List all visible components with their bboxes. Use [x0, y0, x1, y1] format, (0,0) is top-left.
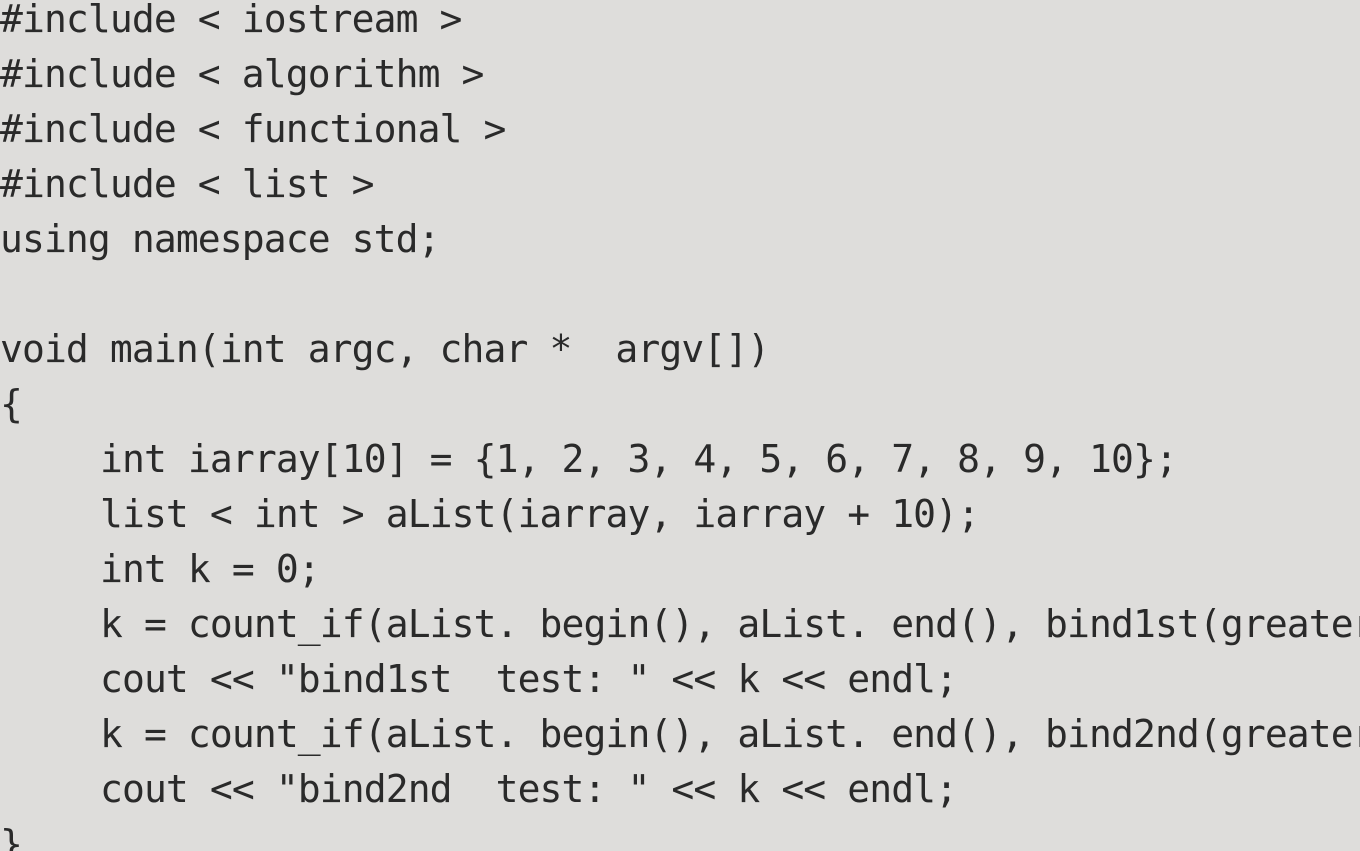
- code-listing: #include < iostream >#include < algorith…: [0, 0, 1360, 851]
- code-line: #include < list >: [0, 157, 1360, 212]
- code-line: cout << "bind1st test: " << k << endl;: [0, 652, 1360, 707]
- code-line: int iarray[10] = {1, 2, 3, 4, 5, 6, 7, 8…: [0, 432, 1360, 487]
- code-line: list < int > aList(iarray, iarray + 10);: [0, 487, 1360, 542]
- code-line: k = count_if(aList. begin(), aList. end(…: [0, 707, 1360, 762]
- code-line: #include < iostream >: [0, 0, 1360, 47]
- code-line: using namespace std;: [0, 212, 1360, 267]
- code-line: int k = 0;: [0, 542, 1360, 597]
- code-line: {: [0, 377, 1360, 432]
- code-line: #include < functional >: [0, 102, 1360, 157]
- code-line: k = count_if(aList. begin(), aList. end(…: [0, 597, 1360, 652]
- code-line: void main(int argc, char * argv[]): [0, 322, 1360, 377]
- code-line: [0, 267, 1360, 322]
- code-line: cout << "bind2nd test: " << k << endl;: [0, 762, 1360, 817]
- code-line: }: [0, 817, 1360, 851]
- code-line: #include < algorithm >: [0, 47, 1360, 102]
